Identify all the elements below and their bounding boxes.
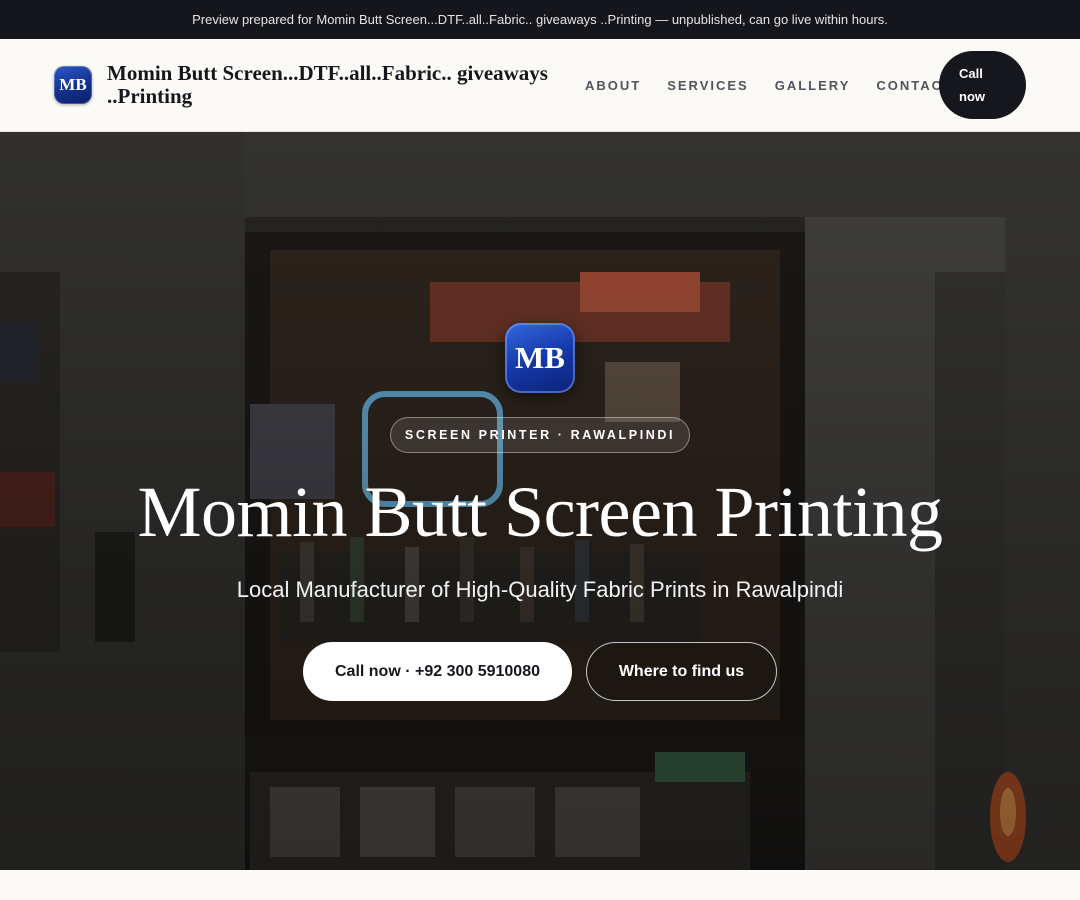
nav-link-about[interactable]: ABOUT	[585, 78, 641, 93]
hero-eyebrow-badge: SCREEN PRINTER · RAWALPINDI	[390, 417, 690, 453]
site-header: MB Momin Butt Screen...DTF..all..Fabric.…	[0, 39, 1080, 132]
brand[interactable]: MB Momin Butt Screen...DTF..all..Fabric.…	[54, 62, 584, 108]
hero-logo: MB	[505, 323, 575, 393]
hero-title: Momin Butt Screen Printing	[137, 472, 943, 552]
hero-subtitle: Local Manufacturer of High-Quality Fabri…	[236, 577, 844, 602]
header-call-button[interactable]: Call now	[939, 51, 1026, 119]
main-nav: ABOUT SERVICES GALLERY CONTACT	[585, 39, 953, 132]
preview-banner-text: Preview prepared for Momin Butt Screen..…	[192, 12, 888, 27]
hero-call-button[interactable]: Call now · +92 300 5910080	[303, 642, 572, 701]
hero-location-button[interactable]: Where to find us	[586, 642, 777, 701]
preview-banner: Preview prepared for Momin Butt Screen..…	[0, 0, 1080, 39]
next-section	[0, 870, 1080, 900]
nav-link-services[interactable]: SERVICES	[667, 78, 749, 93]
brand-name: Momin Butt Screen...DTF..all..Fabric.. g…	[107, 61, 548, 108]
hero-section: MB SCREEN PRINTER · RAWALPINDI Momin But…	[0, 132, 1080, 870]
brand-logo: MB	[54, 66, 92, 104]
nav-link-gallery[interactable]: GALLERY	[775, 78, 851, 93]
